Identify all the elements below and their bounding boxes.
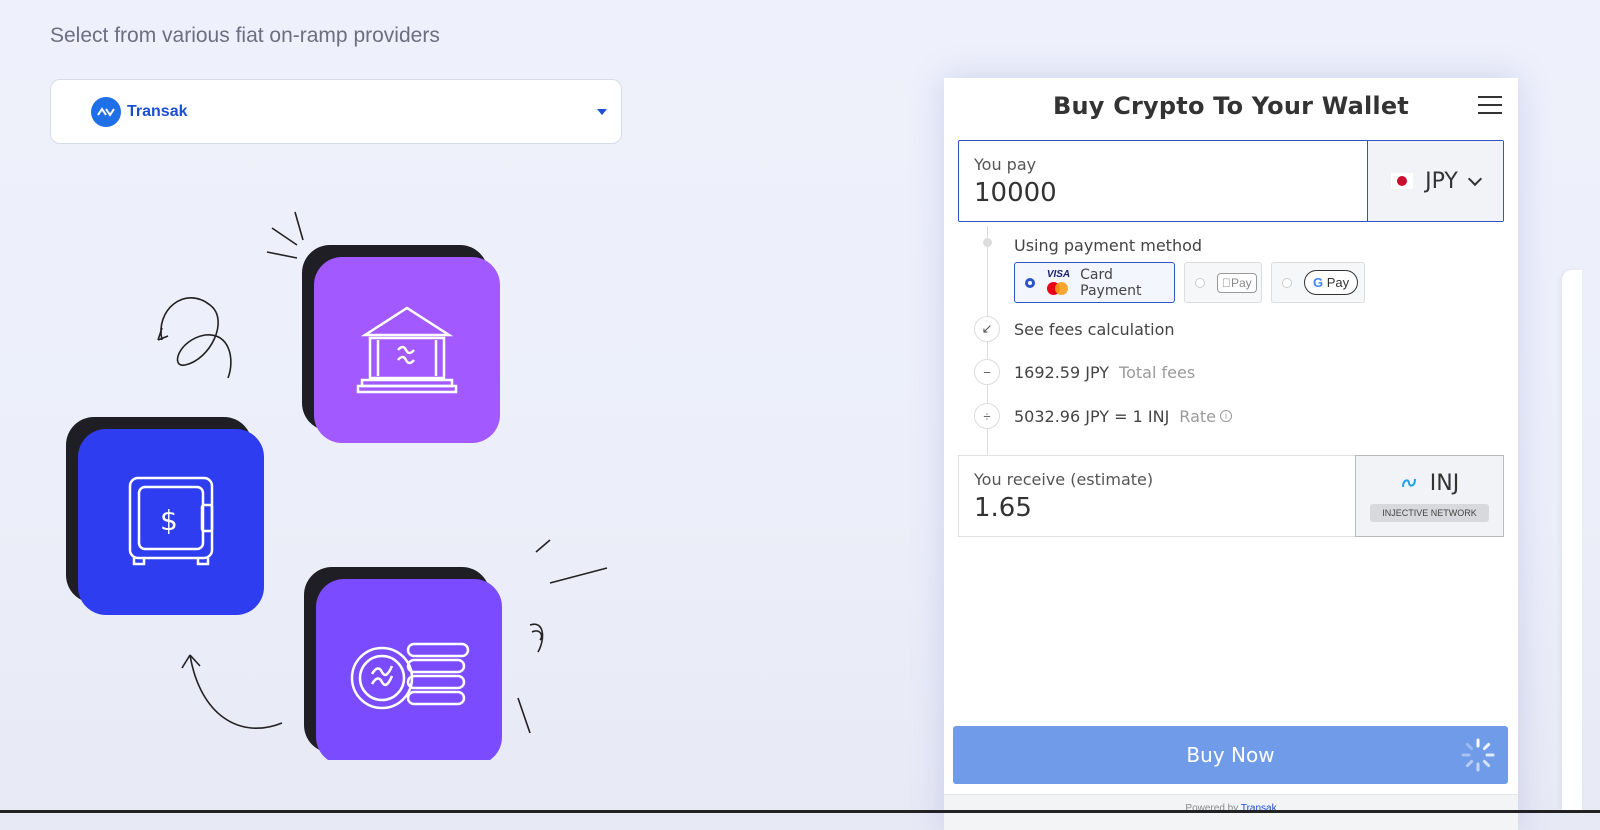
mastercard-icon bbox=[1047, 282, 1069, 295]
google-pay-icon: G Pay bbox=[1304, 270, 1359, 295]
total-fees-row: − 1692.59 JPY Total fees bbox=[974, 358, 1195, 386]
crypto-select[interactable]: INJ INJECTIVE NETWORK bbox=[1355, 455, 1504, 537]
widget-title: Buy Crypto To Your Wallet bbox=[1053, 92, 1409, 120]
buy-now-label: Buy Now bbox=[1186, 743, 1275, 767]
radio-unselected[interactable] bbox=[1195, 277, 1205, 288]
payment-method-label: Using payment method bbox=[1014, 236, 1203, 255]
pay-label: You pay bbox=[974, 155, 1037, 174]
japan-flag-icon bbox=[1391, 173, 1414, 189]
hamburger-menu-icon[interactable] bbox=[1478, 96, 1502, 116]
payment-option-apple-pay[interactable]: Pay bbox=[1184, 262, 1262, 303]
fees-calculation-toggle[interactable]: ↙ See fees calculation bbox=[974, 315, 1175, 343]
network-badge: INJECTIVE NETWORK bbox=[1370, 503, 1489, 522]
fiat-currency-select[interactable]: JPY bbox=[1367, 141, 1503, 221]
apple-pay-icon: Pay bbox=[1217, 272, 1257, 293]
radio-selected[interactable] bbox=[1025, 277, 1035, 288]
timeline-dot bbox=[983, 238, 992, 247]
injective-icon bbox=[1401, 478, 1416, 488]
receive-area: You receive (estimate) 1.65 bbox=[959, 456, 1355, 536]
svg-text:$: $ bbox=[160, 504, 178, 537]
fees-link[interactable]: See fees calculation bbox=[1014, 320, 1175, 339]
caret-down-icon bbox=[597, 109, 607, 115]
rate-row: ÷ 5032.96 JPY = 1 INJ Rate i bbox=[974, 402, 1232, 430]
fiat-currency-code: JPY bbox=[1425, 168, 1458, 194]
crypto-code: INJ bbox=[1429, 470, 1460, 496]
collapse-arrows-icon: ↙ bbox=[974, 316, 1000, 342]
provider-name: Transak bbox=[127, 102, 188, 120]
provider-select[interactable]: Transak bbox=[50, 79, 622, 144]
rate-value: 5032.96 JPY = 1 INJ bbox=[1014, 406, 1170, 426]
pay-input-area[interactable]: You pay 10000 bbox=[959, 141, 1367, 221]
payment-option-google-pay[interactable]: G Pay bbox=[1271, 262, 1365, 303]
buy-crypto-widget: Buy Crypto To Your Wallet You pay 10000 … bbox=[944, 78, 1518, 830]
total-fees-value: 1692.59 JPY bbox=[1014, 362, 1110, 382]
divide-icon: ÷ bbox=[974, 403, 1000, 429]
pay-amount-input[interactable]: 10000 bbox=[974, 178, 1352, 208]
side-panel-edge bbox=[1562, 270, 1582, 810]
card-payment-label: Card Payment bbox=[1080, 266, 1142, 299]
pay-amount-box: You pay 10000 JPY bbox=[958, 140, 1504, 222]
minus-icon: − bbox=[974, 359, 1000, 385]
bottom-edge-bar bbox=[0, 810, 1600, 813]
total-fees-label: Total fees bbox=[1119, 362, 1196, 382]
transak-logo-icon bbox=[91, 96, 121, 127]
receive-label: You receive (estimate) bbox=[974, 470, 1154, 489]
visa-icon: VISA bbox=[1046, 269, 1071, 280]
radio-unselected[interactable] bbox=[1282, 277, 1292, 288]
payment-option-card[interactable]: VISA Card Payment bbox=[1014, 262, 1175, 303]
page-subtitle: Select from various fiat on-ramp provide… bbox=[50, 24, 440, 47]
info-icon[interactable]: i bbox=[1219, 410, 1232, 422]
buy-now-button[interactable]: Buy Now bbox=[953, 726, 1508, 784]
chevron-down-icon bbox=[1467, 171, 1482, 186]
onramp-illustration: $ bbox=[66, 211, 608, 760]
receive-amount: 1.65 bbox=[974, 493, 1032, 523]
receive-amount-box: You receive (estimate) 1.65 INJ INJECTIV… bbox=[958, 455, 1504, 537]
loading-spinner-icon bbox=[1461, 738, 1495, 772]
rate-label: Rate bbox=[1179, 406, 1216, 426]
